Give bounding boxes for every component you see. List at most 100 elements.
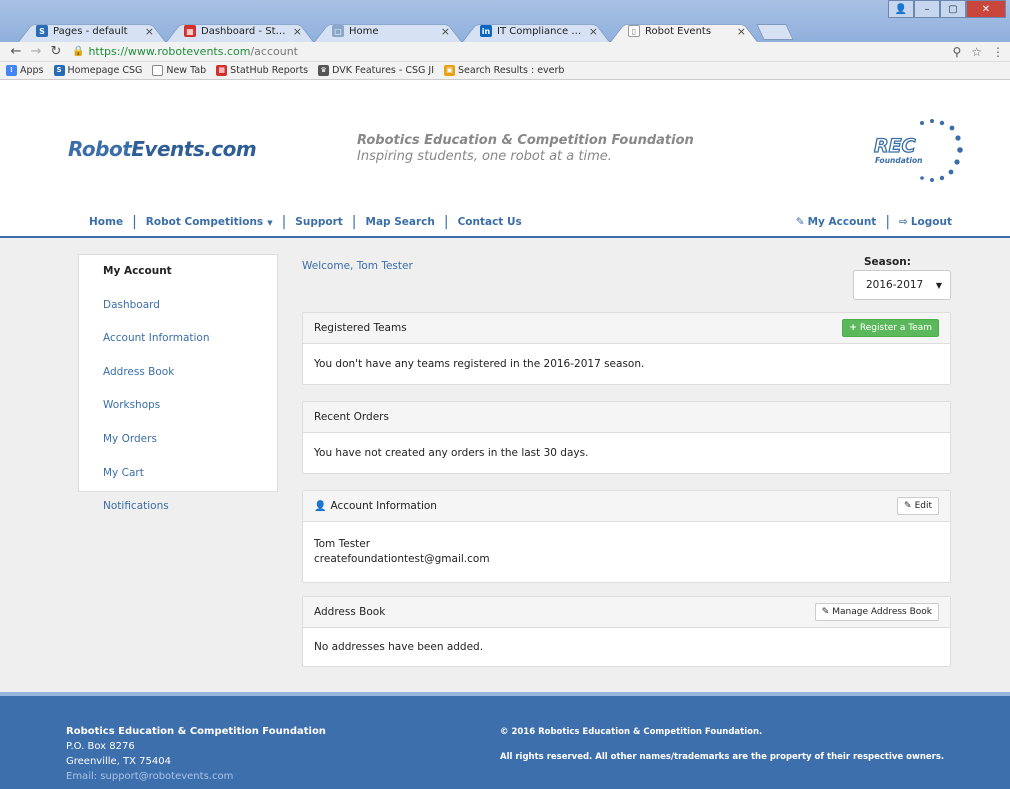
logout-link[interactable]: ⇨ Logout <box>899 216 952 228</box>
my-account-link[interactable]: ✎ My Account <box>796 216 877 228</box>
nav-support[interactable]: Support <box>295 216 342 228</box>
stathub-favicon-icon: ▦ <box>184 25 196 37</box>
account-information-panel: 👤 Account Information ✎ Edit Tom Tester c… <box>302 490 951 583</box>
tab-close-icon[interactable]: × <box>145 25 154 38</box>
url-field[interactable]: 🔒 https://www.robotevents.com/account <box>72 45 298 58</box>
tab-title: Dashboard - StatHub Re <box>201 25 289 37</box>
nav-contact-us[interactable]: Contact Us <box>458 216 522 228</box>
user-icon[interactable]: 👤 <box>888 0 914 18</box>
kebab-menu-icon[interactable]: ⋮ <box>992 45 1004 59</box>
bookmark-star-icon[interactable]: ☆ <box>971 45 982 59</box>
pin-icon[interactable]: ⚲ <box>952 45 961 59</box>
bookmark-dvk[interactable]: ♛ DVK Features - CSG JI <box>318 65 434 76</box>
pencil-icon: ✎ <box>904 501 912 511</box>
logo-part-events: Events.com <box>131 137 257 161</box>
button-label: Edit <box>914 501 932 511</box>
browser-tab-1[interactable]: S Pages - default × <box>14 20 170 42</box>
rec-foundation-logo[interactable]: REC Foundation <box>862 118 966 182</box>
bookmark-label: New Tab <box>166 65 207 76</box>
url-path: /account <box>250 45 298 58</box>
bookmarks-bar: ⁞ Apps S Homepage CSG New Tab ▦ StatHub Rep… <box>0 62 1010 80</box>
back-arrow-icon[interactable]: ← <box>6 44 26 59</box>
nav-map-search[interactable]: Map Search <box>366 216 435 228</box>
document-icon <box>152 65 164 76</box>
sidebar-item-dashboard[interactable]: Dashboard <box>79 289 277 323</box>
new-tab-button[interactable] <box>756 24 794 40</box>
panel-body: No addresses have been added. <box>303 628 950 666</box>
nav-divider: | <box>132 214 137 230</box>
bookmark-homepage-csg[interactable]: S Homepage CSG <box>53 65 142 76</box>
button-label: Register a Team <box>859 323 932 333</box>
logout-icon: ⇨ <box>899 216 908 228</box>
bookmark-stathub[interactable]: ▦ StatHub Reports <box>216 65 308 76</box>
panel-title: Account Information <box>330 500 437 512</box>
register-team-button[interactable]: + Register a Team <box>842 319 939 337</box>
rec-foundation-text: Foundation <box>875 156 922 165</box>
forward-arrow-icon[interactable]: → <box>26 44 46 59</box>
footer-legal: © 2016 Robotics Education & Competition … <box>500 726 944 764</box>
trophy-icon: ♛ <box>318 65 330 76</box>
sharepoint-favicon-icon: S <box>36 25 48 37</box>
sidebar-item-notifications[interactable]: Notifications <box>79 490 277 524</box>
sidebar-item-account-information[interactable]: Account Information <box>79 322 277 356</box>
nav-robot-competitions-label: Robot Competitions <box>145 216 264 228</box>
address-bar-actions: ⚲ ☆ ⋮ <box>952 45 1004 59</box>
maximize-icon[interactable]: ▢ <box>940 0 966 18</box>
sidebar-item-address-book[interactable]: Address Book <box>79 356 277 390</box>
orders-empty-message: You have not created any orders in the l… <box>314 447 589 459</box>
minimize-icon[interactable]: – <box>914 0 940 18</box>
browser-titlebar: S Pages - default × ▦ Dashboard - StatHu… <box>0 0 1010 42</box>
sidebar-item-my-account[interactable]: My Account <box>79 255 277 289</box>
tab-close-icon[interactable]: × <box>589 25 598 38</box>
browser-tab-3[interactable]: ▢ Home × <box>310 20 466 42</box>
bookmark-label: DVK Features - CSG JI <box>332 65 435 76</box>
bookmark-apps[interactable]: ⁞ Apps <box>6 65 44 76</box>
browser-tab-5-active[interactable]: ▯ Robot Events × <box>606 20 762 42</box>
nav-divider: | <box>281 214 287 230</box>
close-window-icon[interactable]: ✕ <box>966 0 1006 18</box>
manage-address-book-button[interactable]: ✎ Manage Address Book <box>814 603 939 621</box>
nav-divider: | <box>885 214 891 230</box>
linkedin-favicon-icon: in <box>480 25 492 37</box>
nav-robot-competitions[interactable]: Robot Competitions ▼ <box>146 216 273 228</box>
sidebar-item-workshops[interactable]: Workshops <box>79 389 277 423</box>
browser-tab-2[interactable]: ▦ Dashboard - StatHub Re × <box>162 20 318 42</box>
bookmark-search-results[interactable]: ▣ Search Results : everb <box>444 65 564 76</box>
panel-header: Registered Teams + Register a Team <box>303 313 950 344</box>
registered-teams-panel: Registered Teams + Register a Team You do… <box>302 312 951 385</box>
footer-city: Greenville, TX 75404 <box>66 756 171 767</box>
season-selected-value: 2016-2017 <box>866 279 924 291</box>
tab-title: Home <box>349 25 379 37</box>
robotevents-logo[interactable]: RobotEvents.com <box>68 137 257 161</box>
tab-close-icon[interactable]: × <box>293 25 302 38</box>
browser-tab-4[interactable]: in IT Compliance Manager × <box>458 20 614 42</box>
bookmark-new-tab[interactable]: New Tab <box>152 65 206 76</box>
site-footer: Robotics Education & Competition Foundat… <box>0 692 1010 789</box>
apps-grid-icon: ⁞ <box>6 65 17 76</box>
panel-title: Address Book <box>314 606 386 618</box>
nav-home[interactable]: Home <box>89 216 123 228</box>
my-account-label: My Account <box>807 216 877 228</box>
tab-close-icon[interactable]: × <box>441 25 450 38</box>
sharepoint-icon: S <box>53 65 65 76</box>
footer-org-name: Robotics Education & Competition Foundat… <box>66 726 326 737</box>
season-select[interactable]: 2016-2017 ▼ <box>853 270 951 300</box>
tab-close-icon[interactable]: × <box>737 25 746 38</box>
bookmark-label: Search Results : everb <box>458 65 565 76</box>
panel-title: Registered Teams <box>314 322 407 334</box>
address-bar-row: ← → ↻ 🔒 https://www.robotevents.com/acco… <box>0 42 1010 62</box>
panel-body: Tom Tester createfoundationtest@gmail.co… <box>303 522 950 582</box>
user-icon: 👤 <box>314 500 327 512</box>
panel-title: Recent Orders <box>314 411 389 423</box>
footer-email-link[interactable]: Email: support@robotevents.com <box>66 769 326 784</box>
document-favicon-icon: ▯ <box>628 25 640 37</box>
edit-account-button[interactable]: ✎ Edit <box>897 497 939 515</box>
welcome-message: Welcome, Tom Tester <box>302 260 413 272</box>
reload-icon[interactable]: ↻ <box>46 44 66 59</box>
caret-down-icon: ▼ <box>267 219 273 227</box>
rec-letters: REC <box>874 135 916 157</box>
address-book-panel: Address Book ✎ Manage Address Book No add… <box>302 596 951 667</box>
sidebar-item-my-orders[interactable]: My Orders <box>79 423 277 457</box>
sidebar-item-my-cart[interactable]: My Cart <box>79 457 277 491</box>
panel-body: You have not created any orders in the l… <box>303 433 950 473</box>
